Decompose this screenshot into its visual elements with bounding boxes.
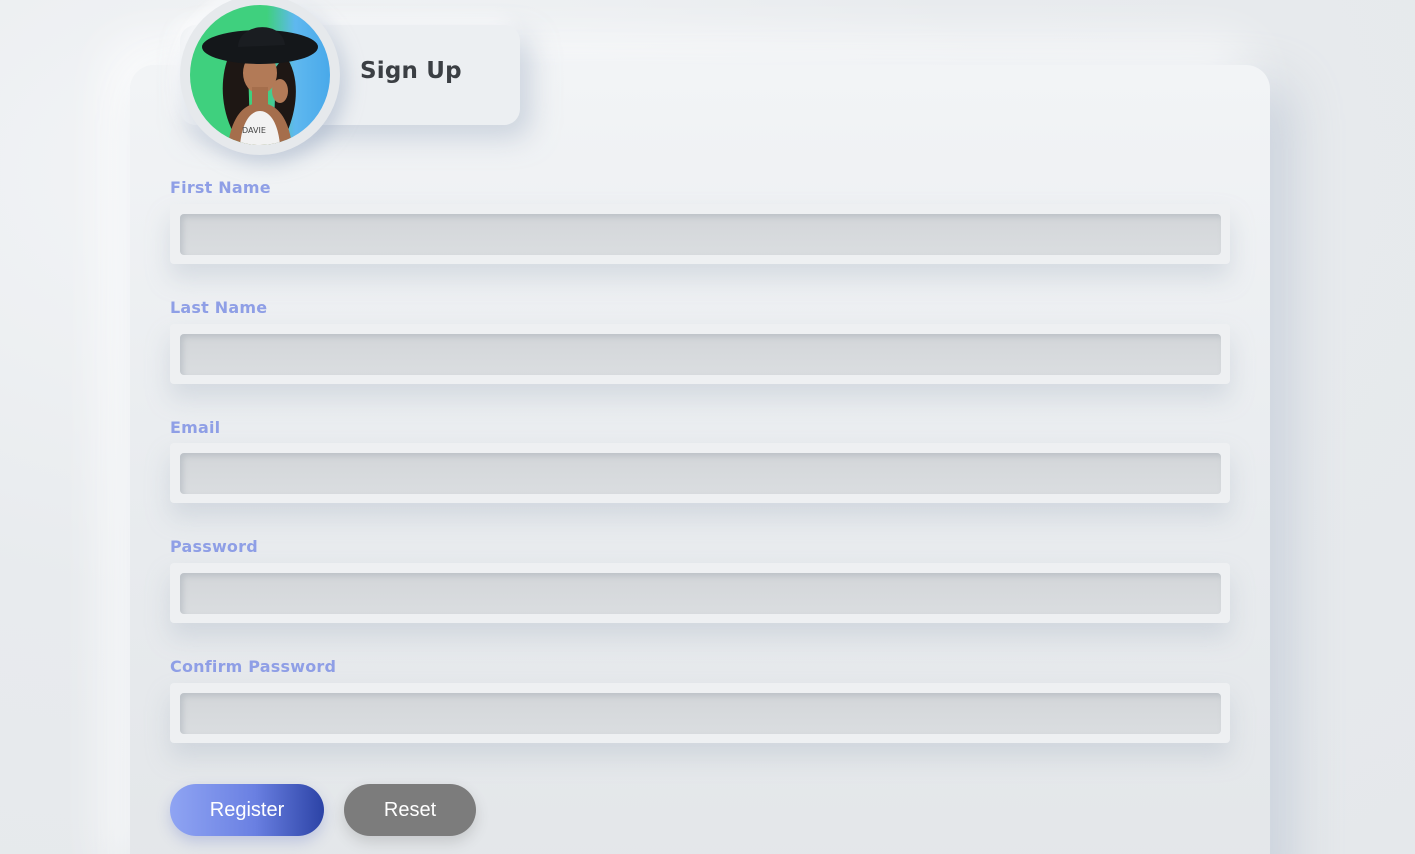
password-label: Password [170,537,258,556]
first-name-field-wrapper [170,204,1230,264]
email-field-wrapper [170,443,1230,503]
password-field-wrapper [170,563,1230,623]
email-label: Email [170,418,221,437]
svg-text:DAVIE: DAVIE [242,126,266,135]
email-input[interactable] [180,453,1221,494]
page: DAVIE Sign Up First Name Last Name Email… [0,0,1415,854]
avatar-image: DAVIE [190,5,330,145]
avatar: DAVIE [180,0,340,155]
register-button[interactable]: Register [170,784,324,836]
last-name-field-wrapper [170,324,1230,384]
reset-button[interactable]: Reset [344,784,476,836]
first-name-input[interactable] [180,214,1221,255]
password-input[interactable] [180,573,1221,614]
confirm-password-label: Confirm Password [170,657,337,676]
last-name-input[interactable] [180,334,1221,375]
confirm-password-field-wrapper [170,683,1230,743]
last-name-label: Last Name [170,298,268,317]
first-name-label: First Name [170,178,271,197]
page-title: Sign Up [360,58,462,84]
confirm-password-input[interactable] [180,693,1221,734]
